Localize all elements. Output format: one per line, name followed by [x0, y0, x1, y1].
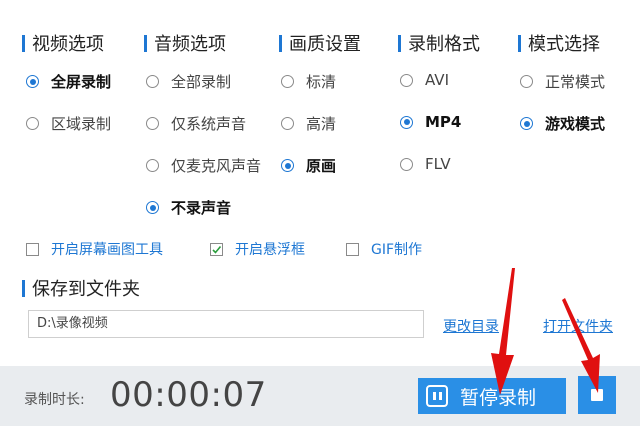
radio-circle[interactable]	[520, 117, 533, 130]
radio-label: FLV	[425, 155, 451, 173]
checkbox-box[interactable]	[346, 242, 359, 256]
radio-circle[interactable]	[281, 75, 294, 88]
section-title-save-label: 保存到文件夹	[32, 279, 140, 300]
radio-circle[interactable]	[520, 75, 533, 88]
section-title-format: 录制格式	[398, 30, 480, 56]
section-title-mode-label: 模式选择	[528, 34, 600, 55]
radio-circle[interactable]	[281, 159, 294, 172]
radio-video-fullscreen[interactable]: 全屏录制	[26, 71, 111, 92]
radio-label: 正常模式	[545, 73, 606, 91]
radio-label: 标清	[306, 73, 337, 91]
stop-icon	[591, 389, 603, 401]
checkbox-box[interactable]	[210, 242, 223, 256]
radio-mode-game[interactable]: 游戏模式	[520, 113, 605, 134]
radio-format-avi[interactable]: AVI	[400, 71, 449, 89]
radio-circle[interactable]	[400, 115, 413, 129]
radio-circle[interactable]	[26, 117, 39, 130]
checkbox-gif[interactable]: GIF制作	[346, 239, 422, 259]
section-marker	[279, 34, 282, 52]
radio-label: 游戏模式	[545, 115, 606, 133]
radio-circle[interactable]	[400, 73, 413, 87]
radio-quality-original[interactable]: 原画	[281, 155, 336, 176]
radio-label: 仅麦克风声音	[171, 157, 262, 175]
radio-video-region[interactable]: 区域录制	[26, 113, 111, 134]
checkbox-box[interactable]	[26, 242, 39, 256]
radio-audio-system[interactable]: 仅系统声音	[146, 113, 246, 134]
section-title-audio-label: 音频选项	[154, 34, 226, 55]
radio-mode-normal[interactable]: 正常模式	[520, 71, 605, 92]
radio-circle[interactable]	[146, 117, 159, 130]
section-marker	[398, 34, 401, 52]
section-marker	[144, 34, 147, 52]
radio-circle[interactable]	[146, 159, 159, 172]
checkbox-label: 开启屏幕画图工具	[51, 242, 163, 258]
recording-timer: 00:00:07	[110, 375, 267, 415]
radio-circle[interactable]	[26, 75, 39, 88]
radio-audio-all[interactable]: 全部录制	[146, 71, 231, 92]
radio-label: 全部录制	[171, 73, 232, 91]
section-title-quality-label: 画质设置	[289, 34, 361, 55]
section-title-video-label: 视频选项	[32, 34, 104, 55]
section-title-audio: 音频选项	[144, 30, 226, 56]
radio-quality-hd[interactable]: 高清	[281, 113, 336, 134]
section-title-format-label: 录制格式	[408, 34, 480, 55]
section-title-quality: 画质设置	[279, 30, 361, 56]
annotation-arrows	[491, 268, 600, 395]
radio-label: MP4	[425, 113, 462, 131]
open-folder-link[interactable]: 打开文件夹	[543, 316, 613, 336]
section-title-mode: 模式选择	[518, 30, 600, 56]
radio-circle[interactable]	[146, 75, 159, 88]
radio-circle[interactable]	[400, 157, 413, 171]
checkbox-label: GIF制作	[371, 242, 423, 258]
radio-label: AVI	[425, 71, 449, 89]
radio-label: 区域录制	[51, 115, 112, 133]
radio-audio-none[interactable]: 不录声音	[146, 197, 231, 218]
section-marker	[22, 279, 25, 297]
section-marker	[22, 34, 25, 52]
change-directory-link[interactable]: 更改目录	[443, 316, 499, 336]
pause-icon	[426, 385, 448, 407]
checkbox-screen-draw[interactable]: 开启屏幕画图工具	[26, 239, 163, 259]
radio-label: 高清	[306, 115, 337, 133]
pause-recording-label: 暂停录制	[460, 386, 537, 409]
checkmark-icon	[212, 245, 222, 254]
pause-recording-button[interactable]: 暂停录制	[418, 378, 566, 414]
radio-circle[interactable]	[146, 201, 159, 214]
radio-circle[interactable]	[281, 117, 294, 130]
radio-format-flv[interactable]: FLV	[400, 155, 451, 173]
radio-audio-mic[interactable]: 仅麦克风声音	[146, 155, 261, 176]
save-path-input[interactable]: D:\录像视频	[28, 310, 424, 338]
radio-label: 不录声音	[171, 199, 232, 217]
section-title-video: 视频选项	[22, 30, 104, 56]
radio-label: 原画	[306, 157, 337, 175]
checkbox-label: 开启悬浮框	[235, 242, 305, 258]
radio-quality-sd[interactable]: 标清	[281, 71, 336, 92]
radio-format-mp4[interactable]: MP4	[400, 113, 461, 131]
radio-label: 仅系统声音	[171, 115, 247, 133]
duration-label: 录制时长:	[24, 392, 85, 408]
section-marker	[518, 34, 521, 52]
radio-label: 全屏录制	[51, 73, 112, 91]
section-title-save: 保存到文件夹	[22, 275, 140, 301]
checkbox-floating-window[interactable]: 开启悬浮框	[210, 239, 305, 259]
stop-recording-button[interactable]	[578, 376, 616, 414]
